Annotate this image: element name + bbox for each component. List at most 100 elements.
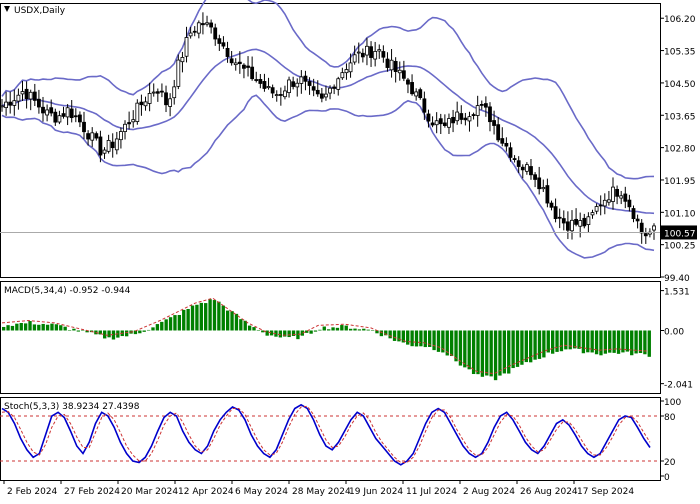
candle-body bbox=[114, 138, 119, 151]
candle-body bbox=[188, 32, 193, 37]
candle-body bbox=[557, 216, 562, 219]
candle-body bbox=[106, 140, 111, 152]
macd-bar bbox=[550, 330, 555, 354]
macd-bar bbox=[388, 330, 392, 339]
macd-bar bbox=[19, 322, 23, 331]
macd-bar bbox=[529, 330, 533, 363]
macd-bar bbox=[537, 330, 542, 359]
macd-bar bbox=[392, 330, 397, 341]
chart-title: USDX,Daily bbox=[14, 6, 66, 16]
macd-bar bbox=[581, 330, 586, 354]
candle-body bbox=[635, 218, 640, 222]
macd-bar bbox=[594, 330, 599, 355]
candle-body bbox=[139, 101, 144, 106]
macd-bar bbox=[67, 330, 72, 331]
macd-bar bbox=[230, 311, 234, 331]
candle-body bbox=[340, 72, 345, 79]
macd-bar bbox=[480, 330, 485, 377]
candle-body bbox=[160, 90, 164, 93]
candle-body bbox=[479, 104, 484, 106]
macd-bar bbox=[81, 330, 85, 331]
candle-body bbox=[377, 49, 382, 52]
x-tick-label: 27 Feb 2024 bbox=[64, 487, 120, 497]
candle-body bbox=[381, 51, 386, 58]
candle-body bbox=[192, 30, 197, 33]
candle-body bbox=[172, 86, 177, 99]
candle-body bbox=[184, 37, 189, 57]
price-y-tick-label: 104.50 bbox=[664, 80, 696, 90]
price-y-tick-label: 103.65 bbox=[664, 112, 696, 122]
macd-bar bbox=[313, 330, 318, 332]
macd-bar bbox=[107, 330, 111, 338]
candle-body bbox=[541, 187, 546, 190]
candle-body bbox=[319, 93, 324, 99]
macd-bar bbox=[59, 325, 63, 331]
candle-body bbox=[332, 86, 337, 89]
candle-body bbox=[98, 136, 103, 156]
candle-body bbox=[237, 61, 242, 65]
candle-body bbox=[258, 79, 263, 84]
candle-body bbox=[266, 86, 271, 89]
macd-bar bbox=[599, 330, 603, 356]
candle-body bbox=[627, 199, 632, 208]
candle-body bbox=[348, 62, 353, 73]
macd-bar bbox=[23, 323, 28, 331]
macd-bar bbox=[195, 304, 199, 331]
candle-body bbox=[283, 90, 287, 98]
price-y-tick-label: 102.80 bbox=[664, 145, 696, 155]
candle-body bbox=[246, 65, 250, 68]
candle-body bbox=[155, 91, 160, 94]
macd-bar bbox=[322, 326, 326, 331]
macd-bar bbox=[419, 330, 423, 347]
candle-body bbox=[426, 113, 431, 122]
macd-bar bbox=[247, 325, 252, 331]
candle-body bbox=[606, 199, 611, 203]
candle-body bbox=[291, 81, 296, 87]
candle-body bbox=[324, 93, 328, 98]
candle-body bbox=[520, 166, 525, 171]
candle-body bbox=[406, 79, 410, 85]
candle-body bbox=[4, 101, 9, 109]
candle-body bbox=[652, 225, 656, 231]
macd-bar bbox=[168, 317, 173, 331]
candle-body bbox=[385, 58, 390, 68]
candle-body bbox=[328, 87, 332, 94]
macd-bar bbox=[160, 321, 164, 331]
macd-bar bbox=[507, 330, 511, 374]
x-tick-label: 20 Mar 2024 bbox=[121, 487, 178, 497]
candle-body bbox=[631, 208, 636, 220]
candle-body bbox=[430, 122, 435, 126]
macd-bar bbox=[370, 330, 375, 331]
candle-body bbox=[110, 141, 115, 149]
macd-bar bbox=[454, 330, 458, 362]
candle-body bbox=[475, 105, 480, 116]
macd-bar bbox=[186, 308, 190, 331]
stoch-y-tick-label: 20 bbox=[664, 458, 676, 468]
macd-bar bbox=[124, 330, 129, 337]
candle-body bbox=[147, 93, 152, 104]
macd-bar bbox=[542, 330, 546, 358]
macd-bar bbox=[546, 330, 550, 353]
macd-bar bbox=[572, 330, 577, 349]
price-y-tick-label: 105.35 bbox=[664, 48, 696, 58]
candle-body bbox=[451, 116, 455, 124]
macd-bar bbox=[353, 328, 357, 331]
candle-body bbox=[352, 54, 357, 63]
macd-bar bbox=[217, 301, 221, 331]
candle-body bbox=[586, 216, 591, 225]
candle-body bbox=[578, 220, 583, 227]
candle-body bbox=[69, 108, 74, 119]
macd-bar bbox=[559, 330, 564, 352]
candle-body bbox=[82, 121, 86, 133]
macd-bar bbox=[432, 330, 436, 351]
macd-bar bbox=[647, 330, 651, 357]
stoch-y-tick-label: 80 bbox=[664, 413, 676, 423]
candle-body bbox=[418, 89, 423, 99]
candle-body bbox=[414, 91, 419, 97]
macd-bar bbox=[296, 330, 300, 340]
candle-body bbox=[549, 202, 554, 208]
x-tick-label: 2 Aug 2024 bbox=[463, 487, 515, 497]
macd-bar bbox=[348, 328, 353, 331]
candle-body bbox=[344, 69, 349, 74]
macd-bar bbox=[476, 330, 480, 375]
